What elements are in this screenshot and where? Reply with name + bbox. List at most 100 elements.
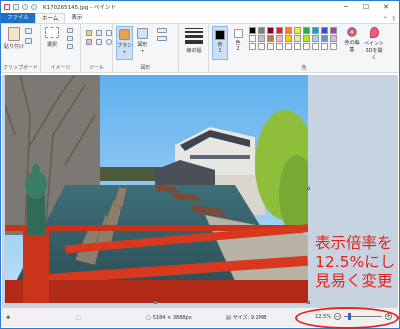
tab-view[interactable]: 表示 bbox=[65, 13, 88, 23]
color-wheel-icon bbox=[347, 27, 357, 37]
resize-handle-right[interactable] bbox=[307, 187, 310, 190]
palette-color-swatch[interactable] bbox=[330, 43, 337, 50]
palette-color-swatch[interactable] bbox=[321, 43, 328, 50]
palette-color-swatch[interactable] bbox=[285, 35, 292, 42]
annotation-line-2: 12.5%にし bbox=[315, 253, 396, 271]
color1-button[interactable]: 色 1 bbox=[212, 26, 228, 60]
palette-color-swatch[interactable] bbox=[249, 35, 256, 42]
zoom-highlight-ellipse bbox=[295, 307, 399, 329]
palette-color-swatch[interactable] bbox=[312, 35, 319, 42]
group-label-image: イメージ bbox=[50, 65, 71, 71]
brush-button[interactable]: ブラシ ▾ bbox=[116, 26, 133, 60]
eraser-icon[interactable] bbox=[86, 39, 92, 45]
palette-color-swatch[interactable] bbox=[303, 35, 310, 42]
tab-file[interactable]: ファイル bbox=[1, 13, 36, 23]
color2-button[interactable]: 色 2 bbox=[231, 29, 245, 52]
ribbon: 貼り付け クリップボード 選択 イメージ ツール ブラシ ▾ 図形 ▾ 図形 線… bbox=[1, 23, 399, 73]
window-title: K170265145.jpg - ペイント bbox=[43, 5, 116, 11]
palette-color-swatch[interactable] bbox=[276, 35, 283, 42]
palette-color-swatch[interactable] bbox=[267, 43, 274, 50]
resize-handle-bottom[interactable] bbox=[154, 301, 157, 304]
color2-label: 色 2 bbox=[235, 40, 241, 52]
undo-icon[interactable] bbox=[22, 4, 28, 10]
group-label-shapes: 図形 bbox=[140, 65, 151, 71]
rotate-icon[interactable] bbox=[67, 44, 73, 49]
palette-color-swatch[interactable] bbox=[249, 27, 256, 34]
palette-color-swatch[interactable] bbox=[303, 43, 310, 50]
file-size: ▤ サイズ: 9.2MB bbox=[222, 308, 292, 327]
shapes-button[interactable]: 図形 ▾ bbox=[137, 28, 148, 53]
palette-color-swatch[interactable] bbox=[303, 27, 310, 34]
size-button[interactable]: 線の幅 bbox=[182, 28, 206, 54]
palette-color-swatch[interactable] bbox=[285, 27, 292, 34]
palette-color-swatch[interactable] bbox=[294, 43, 301, 50]
save-icon[interactable] bbox=[13, 4, 19, 10]
ribbon-controls: ⌃ ? bbox=[383, 16, 399, 23]
color1-swatch bbox=[215, 30, 225, 40]
paint3d-label: ペイント3Dを開く bbox=[363, 41, 384, 61]
help-icon[interactable]: ? bbox=[392, 16, 395, 23]
group-label-tools: ツール bbox=[88, 65, 104, 71]
crop-icon[interactable] bbox=[67, 28, 73, 33]
group-tools: ツール bbox=[81, 24, 113, 72]
canal-photo-image bbox=[5, 75, 308, 303]
image-dimensions: ▢ 5184 × 3888px bbox=[142, 308, 222, 327]
ribbon-tabs: ファイル ホーム 表示 ⌃ ? bbox=[1, 13, 399, 23]
file-size-text: サイズ: 9.2MB bbox=[232, 315, 267, 321]
chevron-down-icon: ▾ bbox=[141, 48, 144, 53]
outline-icon[interactable] bbox=[157, 28, 167, 33]
fill-icon[interactable] bbox=[96, 30, 102, 36]
annotation-line-3: 見易く変更 bbox=[315, 272, 393, 290]
cut-icon[interactable] bbox=[25, 28, 32, 34]
dimensions-icon: ▢ bbox=[146, 314, 151, 321]
palette-color-swatch[interactable] bbox=[330, 27, 337, 34]
tab-home[interactable]: ホーム bbox=[35, 13, 66, 23]
color-palette bbox=[249, 27, 338, 50]
fill-shape-icon[interactable] bbox=[157, 36, 167, 41]
palette-color-swatch[interactable] bbox=[276, 27, 283, 34]
edit-colors-button[interactable]: 色の編集 bbox=[343, 27, 361, 53]
palette-color-swatch[interactable] bbox=[294, 27, 301, 34]
color1-label: 色 1 bbox=[217, 42, 223, 54]
select-button[interactable]: 選択 bbox=[45, 27, 59, 48]
palette-color-swatch[interactable] bbox=[321, 35, 328, 42]
paint3d-icon bbox=[369, 27, 379, 38]
close-button[interactable]: ✕ bbox=[376, 1, 396, 13]
paste-button[interactable]: 貼り付け bbox=[4, 27, 24, 50]
palette-color-swatch[interactable] bbox=[267, 27, 274, 34]
group-shapes: ブラシ ▾ 図形 ▾ 図形 bbox=[113, 24, 179, 72]
resize-handle-corner[interactable] bbox=[307, 301, 310, 304]
palette-color-swatch[interactable] bbox=[249, 43, 256, 50]
color-picker-icon[interactable] bbox=[96, 39, 102, 45]
palette-color-swatch[interactable] bbox=[321, 27, 328, 34]
copy-icon[interactable] bbox=[25, 38, 32, 44]
palette-color-swatch[interactable] bbox=[294, 35, 301, 42]
palette-color-swatch[interactable] bbox=[258, 35, 265, 42]
brush-icon bbox=[119, 29, 130, 40]
title-bar: K170265145.jpg - ペイント ─ ☐ ✕ bbox=[1, 1, 399, 13]
size-label: 線の幅 bbox=[186, 48, 202, 54]
dimensions-text: 5184 × 3888px bbox=[152, 314, 192, 321]
maximize-button[interactable]: ☐ bbox=[356, 1, 376, 13]
minimize-button[interactable]: ─ bbox=[336, 1, 356, 13]
selection-size: ⬚ bbox=[72, 308, 142, 327]
canal-photo[interactable] bbox=[5, 75, 308, 303]
chevron-up-icon[interactable]: ⌃ bbox=[383, 16, 388, 23]
palette-color-swatch[interactable] bbox=[267, 35, 274, 42]
palette-color-swatch[interactable] bbox=[276, 43, 283, 50]
pencil-icon[interactable] bbox=[86, 30, 92, 36]
paste-label: 貼り付け bbox=[4, 44, 25, 50]
palette-color-swatch[interactable] bbox=[330, 35, 337, 42]
palette-color-swatch[interactable] bbox=[285, 43, 292, 50]
palette-color-swatch[interactable] bbox=[258, 27, 265, 34]
magnifier-icon[interactable] bbox=[106, 39, 112, 45]
text-icon[interactable] bbox=[106, 30, 112, 36]
resize-icon[interactable] bbox=[67, 36, 73, 41]
palette-color-swatch[interactable] bbox=[312, 43, 319, 50]
disk-icon: ▤ bbox=[226, 314, 231, 321]
paint3d-button[interactable]: ペイント3Dを開く bbox=[363, 27, 385, 61]
palette-color-swatch[interactable] bbox=[312, 27, 319, 34]
cursor-position: ✚ bbox=[2, 308, 72, 327]
palette-color-swatch[interactable] bbox=[258, 43, 265, 50]
redo-icon[interactable] bbox=[31, 4, 37, 10]
